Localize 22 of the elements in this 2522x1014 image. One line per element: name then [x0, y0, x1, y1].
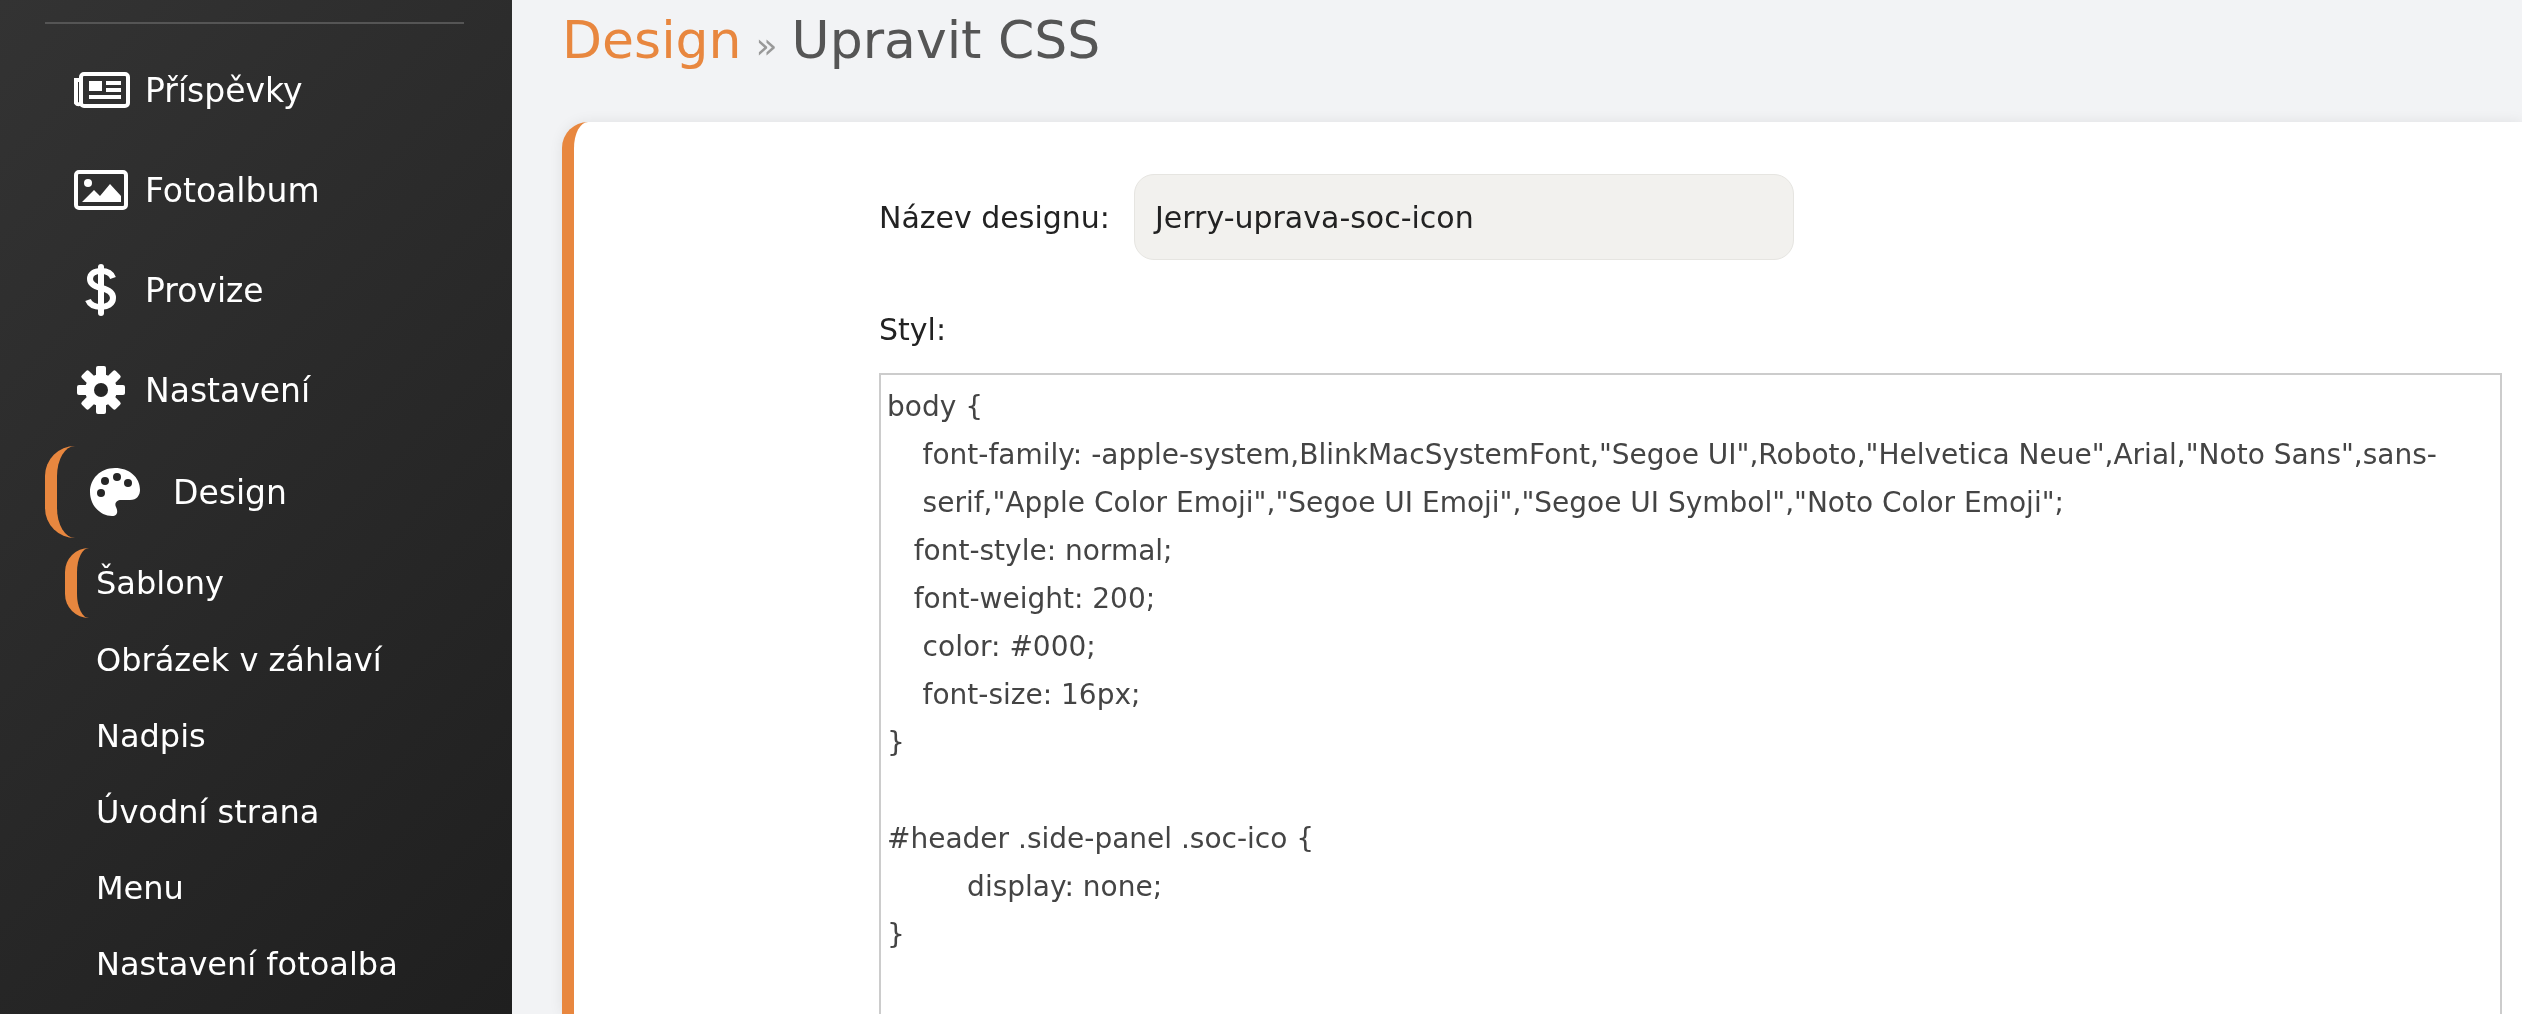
gear-icon [76, 365, 126, 415]
sidebar-subitem[interactable]: Menu [84, 850, 512, 926]
field-label: Název designu: [879, 199, 1110, 235]
palette-icon [88, 466, 142, 518]
sidebar-item[interactable]: Design [45, 446, 512, 538]
page-title: Upravit CSS [791, 10, 1101, 70]
sidebar-item[interactable]: Provize [45, 240, 512, 340]
design-name-field[interactable]: Jerry-uprava-soc-icon [1133, 174, 1794, 260]
css-editor[interactable]: body { font-family: -apple-system,BlinkMacSystemFont,"Segoe UI",Roboto,"Helvetica Neue",Arial,"Noto Sans",sans-serif,"Apple Color Emoji","Segoe UI Emoji","Segoe UI Symbol","Noto Color Emoji"; font-style: normal; font-weight: 200; color: #000; font-size: 16px; } #header .side-panel .soc-ico { display: none; } [879, 373, 2502, 1014]
sidebar-subitem[interactable]: Obrázek v záhlaví [84, 622, 512, 698]
sidebar-item[interactable]: Fotoalbum [45, 140, 512, 240]
sidebar-subitem[interactable]: Nastavení fotoalba [84, 926, 512, 1002]
sidebar-item[interactable]: Příspěvky [45, 40, 512, 140]
dollar-icon [85, 262, 117, 318]
sidebar-item[interactable]: Nastavení [45, 340, 512, 440]
field-label: Styl: [879, 312, 947, 347]
image-icon [74, 170, 128, 210]
breadcrumb-separator: » [755, 25, 778, 66]
newspaper-icon [72, 72, 130, 108]
sidebar-subitem[interactable]: Nadpis [84, 698, 512, 774]
sidebar-subitem[interactable]: Šablony [65, 548, 512, 618]
sidebar-subitem[interactable]: Úvodní strana [84, 774, 512, 850]
